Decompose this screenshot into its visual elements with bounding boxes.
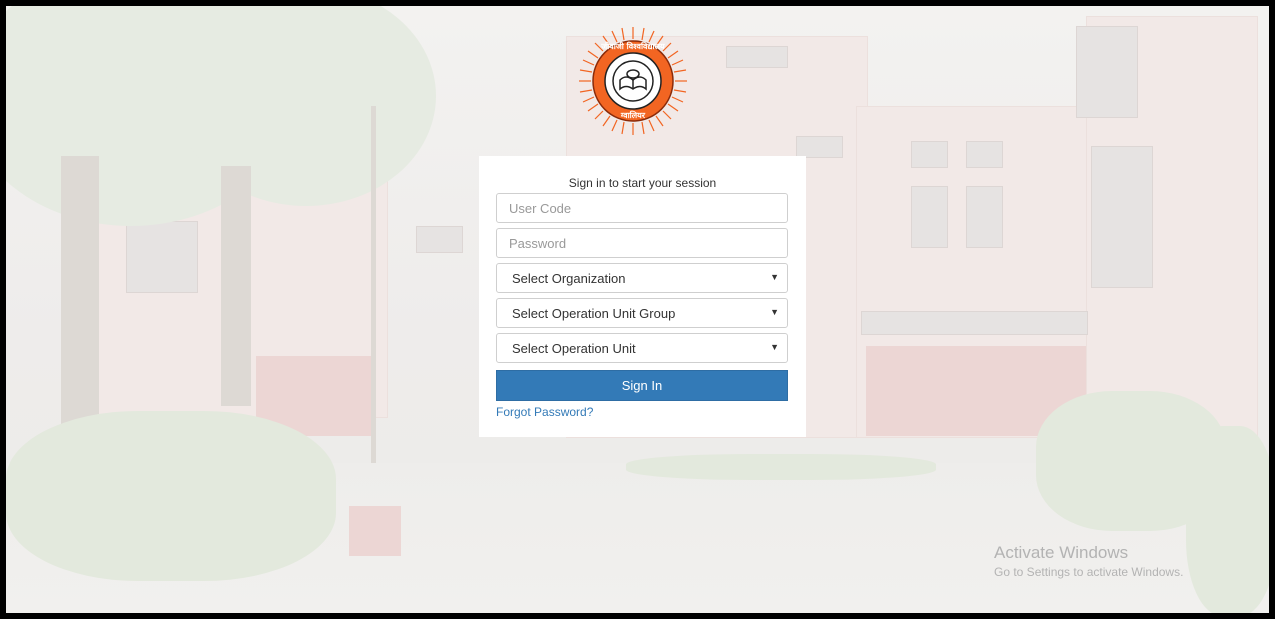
operation-unit-group-select-value: Select Operation Unit Group (512, 306, 676, 321)
logo-bottom-text: ग्वालियर (620, 110, 646, 120)
caret-down-icon: ▼ (770, 307, 779, 317)
watermark-title: Activate Windows (994, 543, 1129, 562)
operation-unit-select[interactable]: Select Operation Unit ▼ (496, 333, 788, 363)
login-title: Sign in to start your session (568, 176, 717, 190)
university-logo: जीवाजी विश्वविद्यालय ग्वालियर (579, 27, 687, 135)
organization-select[interactable]: Select Organization ▼ (496, 263, 788, 293)
activate-windows-watermark: Activate Windows Go to Settings to activ… (994, 543, 1183, 579)
operation-unit-group-select[interactable]: Select Operation Unit Group ▼ (496, 298, 788, 328)
operation-unit-select-value: Select Operation Unit (512, 341, 636, 356)
watermark-subtitle: Go to Settings to activate Windows. (994, 565, 1184, 579)
organization-select-value: Select Organization (512, 271, 626, 286)
login-card: Sign in to start your session Select Org… (479, 156, 806, 437)
login-page: जीवाजी विश्वविद्यालय ग्वालियर Sign in to… (6, 6, 1269, 613)
forgot-password-link[interactable]: Forgot Password? (496, 405, 593, 419)
sign-in-button[interactable]: Sign In (496, 370, 788, 401)
caret-down-icon: ▼ (770, 272, 779, 282)
user-code-input[interactable] (496, 193, 788, 223)
logo-top-text: जीवाजी विश्वविद्यालय (600, 41, 665, 51)
password-input[interactable] (496, 228, 788, 258)
caret-down-icon: ▼ (770, 342, 779, 352)
